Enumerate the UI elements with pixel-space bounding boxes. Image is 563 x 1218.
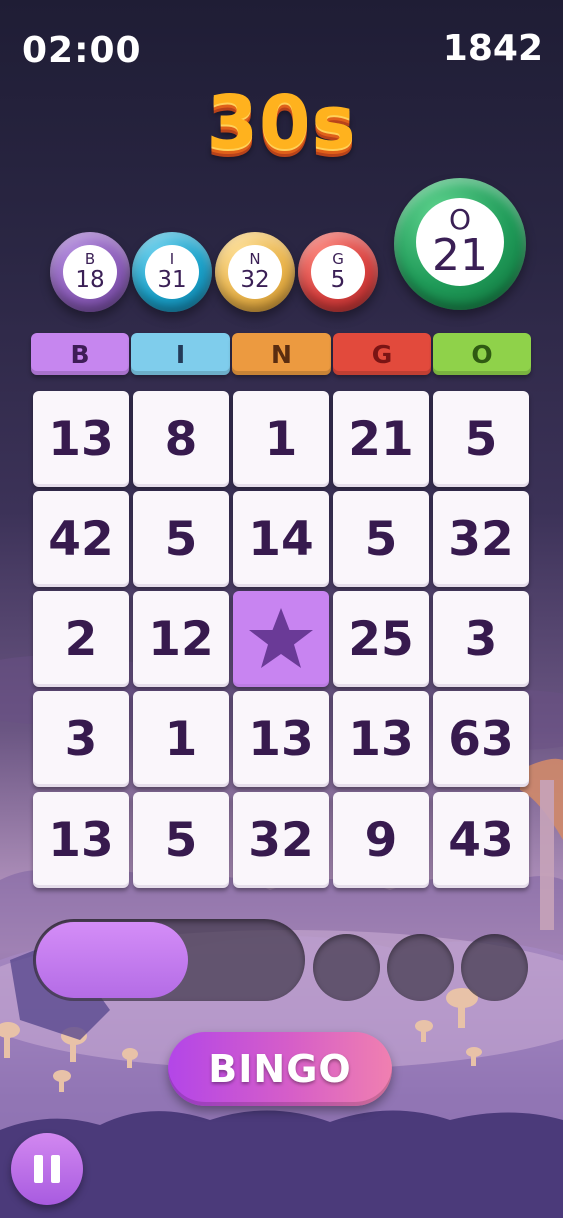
cell-number: 13 [48, 812, 114, 868]
called-ball-g: G 5 [298, 232, 378, 312]
column-header-n: N [232, 333, 331, 375]
board-cell[interactable]: 13 [333, 691, 429, 787]
ball-letter: G [332, 250, 344, 268]
board-cell[interactable]: 5 [333, 491, 429, 587]
ball-number: 5 [330, 267, 346, 293]
column-header-i: I [131, 333, 230, 375]
board-cell[interactable]: 13 [33, 391, 129, 487]
board-cell[interactable]: 21 [333, 391, 429, 487]
ball-number: 18 [75, 267, 105, 293]
board-cell[interactable]: 5 [133, 491, 229, 587]
ball-number: 21 [432, 230, 488, 281]
column-header-label: O [471, 339, 493, 369]
board-cell[interactable]: 13 [33, 792, 129, 888]
cell-number: 5 [464, 411, 498, 467]
cell-number: 25 [348, 611, 414, 667]
ball-number: 31 [157, 267, 187, 293]
pause-icon [30, 1155, 64, 1183]
board-cell[interactable]: 1 [133, 691, 229, 787]
cell-number: 21 [348, 411, 414, 467]
called-ball-n: N 32 [215, 232, 295, 312]
cell-number: 3 [464, 611, 498, 667]
bingo-button[interactable]: BINGO [168, 1032, 392, 1106]
board-cell[interactable]: 2 [33, 591, 129, 687]
cell-number: 8 [164, 411, 198, 467]
board-cell[interactable]: 25 [333, 591, 429, 687]
board-cell[interactable]: 12 [133, 591, 229, 687]
cell-number: 1 [164, 711, 198, 767]
column-header-label: G [371, 339, 393, 369]
board-cell[interactable]: 43 [433, 792, 529, 888]
called-ball-b: B 18 [50, 232, 130, 312]
cell-number: 14 [248, 511, 314, 567]
cell-number: 13 [348, 711, 414, 767]
powerup-slot-2[interactable] [387, 934, 454, 1001]
cell-number: 5 [364, 511, 398, 567]
cell-number: 3 [64, 711, 98, 767]
cell-number: 13 [248, 711, 314, 767]
powerup-slot-3[interactable] [461, 934, 528, 1001]
ball-letter: N [249, 250, 261, 268]
column-header-label: B [70, 339, 90, 369]
column-header-o: O [433, 333, 531, 375]
board-cell[interactable]: 13 [233, 691, 329, 787]
column-header-label: I [175, 339, 186, 369]
board-cell[interactable]: 9 [333, 792, 429, 888]
board-cell[interactable]: 14 [233, 491, 329, 587]
cell-number: 12 [148, 611, 214, 667]
match-timer: 02:00 [22, 30, 142, 71]
board-cell[interactable]: 32 [433, 491, 529, 587]
score-counter: 1842 [442, 28, 543, 69]
called-ball-i: I 31 [132, 232, 212, 312]
ball-number: 32 [240, 267, 270, 293]
pause-button[interactable] [11, 1133, 83, 1205]
cell-number: 13 [48, 411, 114, 467]
column-header-b: B [31, 333, 129, 375]
ball-letter: B [84, 250, 96, 268]
free-space-cell[interactable] [233, 591, 329, 687]
column-header-g: G [333, 333, 431, 375]
ball-letter: I [169, 250, 175, 268]
power-meter-fill [36, 922, 188, 998]
cell-number: 43 [448, 812, 514, 868]
cell-number: 42 [48, 511, 114, 567]
board-cell[interactable]: 63 [433, 691, 529, 787]
cell-number: 5 [164, 812, 198, 868]
current-ball: O 21 [394, 178, 526, 310]
board-cell[interactable]: 32 [233, 792, 329, 888]
cell-number: 32 [448, 511, 514, 567]
cell-number: 1 [264, 411, 298, 467]
board-cell[interactable]: 1 [233, 391, 329, 487]
cell-number: 5 [164, 511, 198, 567]
cell-number: 63 [448, 711, 514, 767]
board-cell[interactable]: 42 [33, 491, 129, 587]
call-countdown: 30s [206, 80, 357, 166]
board-cell[interactable]: 8 [133, 391, 229, 487]
board-cell[interactable]: 5 [433, 391, 529, 487]
cell-number: 9 [364, 812, 398, 868]
powerup-slot-1[interactable] [313, 934, 380, 1001]
board-cell[interactable]: 3 [33, 691, 129, 787]
power-meter-track [33, 919, 305, 1001]
board-cell[interactable]: 5 [133, 792, 229, 888]
cell-number: 32 [248, 812, 314, 868]
cell-number: 2 [64, 611, 98, 667]
star-icon [249, 608, 313, 668]
column-header-label: N [271, 339, 292, 369]
board-cell[interactable]: 3 [433, 591, 529, 687]
